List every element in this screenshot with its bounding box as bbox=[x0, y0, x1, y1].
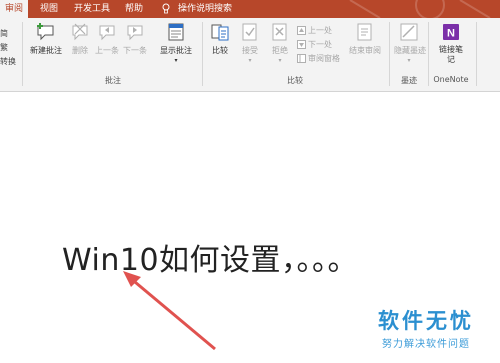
chevron-down-icon: ▾ bbox=[278, 57, 282, 64]
decorative-pattern bbox=[349, 0, 491, 18]
compare-group-label: 比较 bbox=[287, 76, 303, 85]
group-separator bbox=[22, 22, 23, 86]
previous-change-button[interactable]: 上一处 bbox=[297, 25, 332, 36]
document-canvas[interactable]: Win10如何设置，。。。 软件无忧 努力解决软件问题 bbox=[0, 92, 500, 363]
traditional-label[interactable]: 繁 bbox=[0, 42, 8, 53]
next-change-icon bbox=[297, 40, 306, 49]
onenote-icon: N bbox=[443, 24, 459, 40]
annotation-arrow-icon bbox=[123, 271, 216, 351]
watermark: 软件无忧 努力解决软件问题 bbox=[378, 305, 474, 350]
tab-view[interactable]: 视图 bbox=[40, 0, 58, 18]
delete-comment-button[interactable]: 删除 bbox=[68, 22, 92, 56]
hide-ink-icon bbox=[400, 23, 418, 41]
chevron-down-icon: ▾ bbox=[174, 57, 178, 64]
next-label: 下一条 bbox=[123, 46, 147, 55]
hide-ink-button[interactable]: 隐藏墨迹 ▾ bbox=[394, 22, 426, 64]
accept-icon bbox=[242, 23, 257, 41]
tab-developer[interactable]: 开发工具 bbox=[74, 0, 110, 18]
compare-icon bbox=[211, 24, 229, 41]
group-separator bbox=[202, 22, 203, 86]
accept-label: 接受 bbox=[242, 46, 258, 55]
previous-comment-button[interactable]: 上一条 bbox=[94, 22, 120, 56]
delete-label: 删除 bbox=[72, 46, 88, 55]
chevron-down-icon: ▾ bbox=[407, 57, 411, 64]
watermark-title: 软件无忧 bbox=[378, 309, 474, 333]
tab-review[interactable]: 审阅 bbox=[0, 0, 29, 18]
comments-group-label: 批注 bbox=[105, 76, 121, 85]
delete-comment-icon bbox=[72, 23, 88, 41]
accept-button[interactable]: 接受 ▾ bbox=[237, 22, 263, 64]
reject-button[interactable]: 拒绝 ▾ bbox=[267, 22, 293, 64]
end-review-label: 结束审阅 bbox=[349, 46, 381, 55]
next-change-button[interactable]: 下一处 bbox=[297, 39, 332, 50]
reviewing-pane-button[interactable]: 审阅窗格 bbox=[297, 53, 340, 64]
show-comments-button[interactable]: 显示批注 ▾ bbox=[156, 22, 196, 64]
chevron-down-icon: ▾ bbox=[248, 57, 252, 64]
new-comment-label: 新建批注 bbox=[30, 46, 62, 55]
previous-change-label: 上一处 bbox=[308, 26, 332, 35]
linked-notes-label: 链接笔记 bbox=[439, 45, 463, 64]
compare-label: 比较 bbox=[212, 46, 228, 55]
tab-help[interactable]: 帮助 bbox=[125, 0, 143, 18]
ink-group-label: 墨迹 bbox=[401, 76, 417, 85]
compare-button[interactable]: 比较 bbox=[207, 22, 233, 56]
review-ribbon: 简 繁 转换 新建批注 删除 上一条 下一条 显示批注 ▾ 批注 比较 接受 ▾… bbox=[0, 18, 500, 92]
group-separator bbox=[389, 22, 390, 86]
previous-change-icon bbox=[297, 26, 306, 35]
svg-text:N: N bbox=[447, 28, 455, 40]
new-comment-button[interactable]: 新建批注 bbox=[27, 22, 65, 56]
hide-ink-label: 隐藏墨迹 bbox=[394, 46, 426, 55]
linked-notes-button[interactable]: N 链接笔记 bbox=[437, 22, 465, 65]
next-change-label: 下一处 bbox=[308, 40, 332, 49]
end-review-button[interactable]: 结束审阅 bbox=[346, 22, 384, 56]
ribbon-tab-bar: 审阅 视图 开发工具 帮助 操作说明搜索 bbox=[0, 0, 500, 18]
onenote-group-label: OneNote bbox=[433, 75, 469, 84]
reject-icon bbox=[272, 23, 287, 41]
reviewing-pane-label: 审阅窗格 bbox=[308, 54, 340, 63]
show-comments-label: 显示批注 bbox=[160, 46, 192, 55]
tell-me-search[interactable]: 操作说明搜索 bbox=[178, 0, 232, 18]
previous-comment-icon bbox=[99, 25, 115, 41]
next-comment-icon bbox=[127, 25, 143, 41]
group-separator bbox=[476, 22, 477, 86]
show-comments-icon bbox=[168, 23, 184, 41]
new-comment-icon bbox=[37, 23, 54, 41]
end-review-icon bbox=[357, 23, 372, 41]
convert-label[interactable]: 转换 bbox=[0, 56, 16, 67]
watermark-subtitle: 努力解决软件问题 bbox=[382, 339, 470, 350]
reject-label: 拒绝 bbox=[272, 46, 288, 55]
reviewing-pane-icon bbox=[297, 54, 306, 63]
next-comment-button[interactable]: 下一条 bbox=[122, 22, 148, 56]
lightbulb-icon bbox=[162, 3, 170, 14]
simplified-label[interactable]: 简 bbox=[0, 28, 8, 39]
previous-label: 上一条 bbox=[95, 46, 119, 55]
